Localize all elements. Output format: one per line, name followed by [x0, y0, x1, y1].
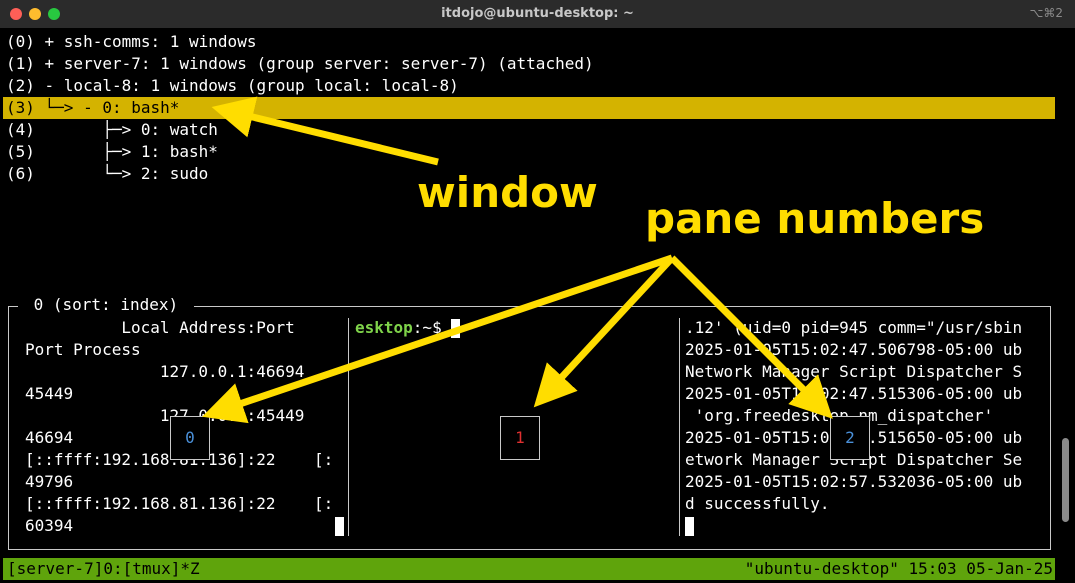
- terminal-window: itdojo@ubuntu-desktop: ~ ⌥⌘2 (0) + ssh-c…: [0, 0, 1075, 583]
- annotation-arrows: [202, 96, 833, 424]
- arrow-to-pane-2: [669, 255, 833, 419]
- pane-numbers-annotation-label: pane numbers: [645, 194, 985, 243]
- window-annotation-label: window: [417, 168, 598, 217]
- arrow-to-window: [211, 96, 439, 166]
